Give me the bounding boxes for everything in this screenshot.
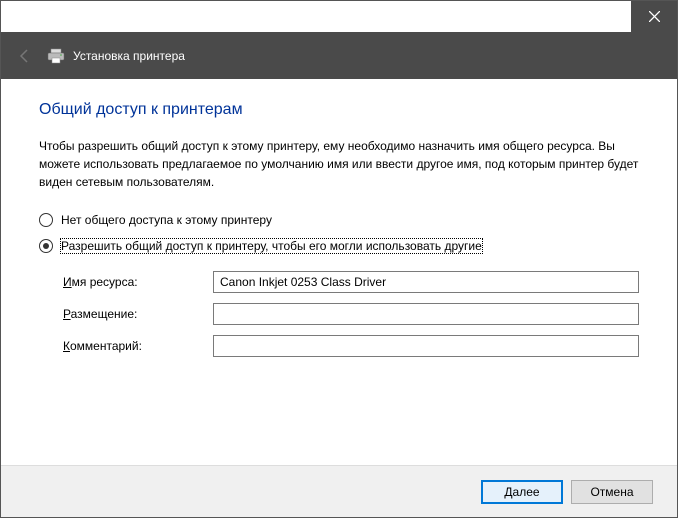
radio-no-share-row[interactable]: Нет общего доступа к этому принтеру [39, 213, 639, 227]
page-title: Общий доступ к принтерам [39, 101, 639, 119]
radio-share-row[interactable]: Разрешить общий доступ к принтеру, чтобы… [39, 239, 639, 253]
share-name-input[interactable] [213, 271, 639, 293]
close-icon [649, 11, 660, 22]
sharing-radio-group: Нет общего доступа к этому принтеру Разр… [39, 213, 639, 253]
radio-no-share-label: Нет общего доступа к этому принтеру [61, 213, 272, 227]
radio-share-label: Разрешить общий доступ к принтеру, чтобы… [61, 239, 482, 253]
comment-label: Комментарий: [63, 339, 213, 353]
wizard-header: Установка принтера [1, 33, 677, 79]
radio-share[interactable] [39, 239, 53, 253]
printer-icon [47, 48, 65, 64]
titlebar [1, 1, 677, 33]
footer: Далее Отмена [1, 465, 677, 517]
cancel-button[interactable]: Отмена [571, 480, 653, 504]
content-area: Общий доступ к принтерам Чтобы разрешить… [1, 79, 677, 357]
location-input[interactable] [213, 303, 639, 325]
page-description: Чтобы разрешить общий доступ к этому при… [39, 137, 639, 191]
location-row: Размещение: [63, 303, 639, 325]
back-arrow-icon [17, 48, 33, 64]
radio-no-share[interactable] [39, 213, 53, 227]
wizard-window: Установка принтера Общий доступ к принте… [0, 0, 678, 518]
share-form: Имя ресурса: Размещение: Комментарий: [39, 271, 639, 357]
wizard-title: Установка принтера [73, 49, 185, 63]
share-name-row: Имя ресурса: [63, 271, 639, 293]
next-button[interactable]: Далее [481, 480, 563, 504]
close-button[interactable] [631, 1, 677, 33]
comment-row: Комментарий: [63, 335, 639, 357]
back-button [15, 46, 35, 66]
location-label: Размещение: [63, 307, 213, 321]
share-name-label: Имя ресурса: [63, 275, 213, 289]
comment-input[interactable] [213, 335, 639, 357]
